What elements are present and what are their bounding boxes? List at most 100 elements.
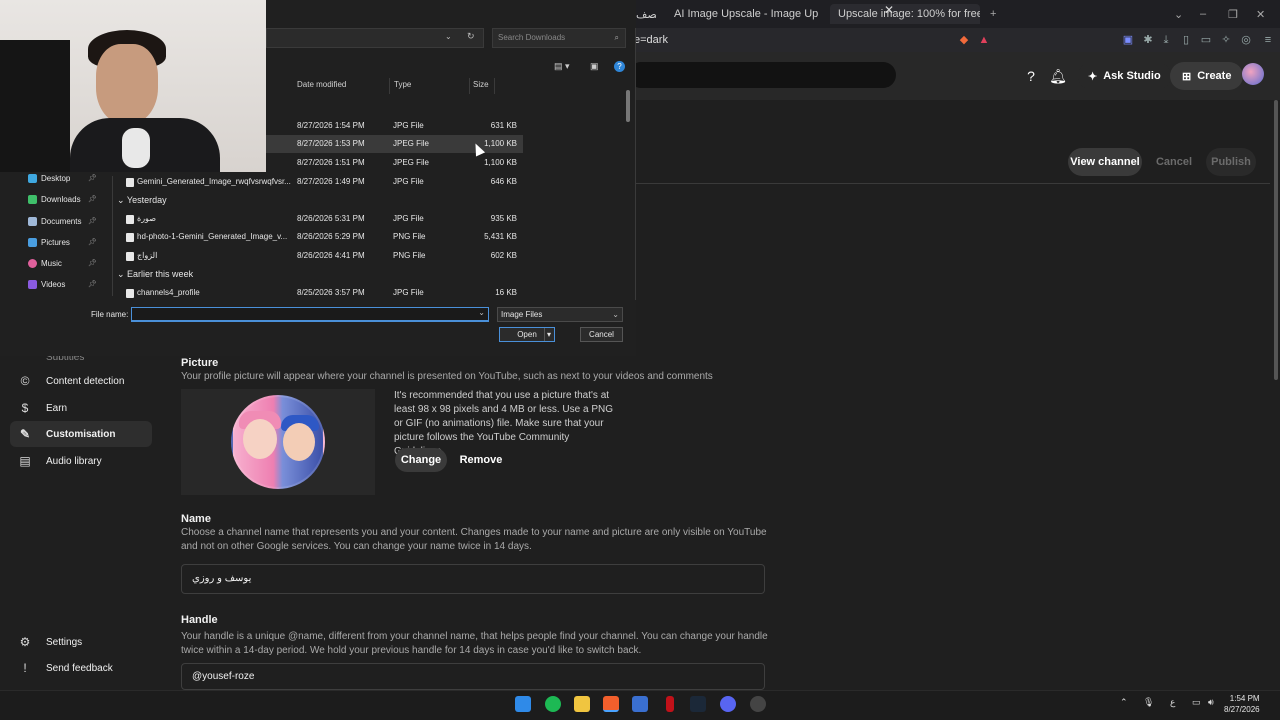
profile-picture-preview: [181, 389, 375, 495]
profile-picture-image: [231, 395, 325, 489]
netflix-icon[interactable]: [666, 696, 674, 712]
microphone-icon[interactable]: 🎙︎: [1143, 697, 1154, 708]
sidebar-item-send-feedback[interactable]: ! Send feedback: [10, 655, 152, 681]
file-date: 8/27/2026 1:54 PM: [297, 121, 365, 130]
view-options-icon[interactable]: ▤ ▾: [554, 61, 570, 72]
brave-browser-icon[interactable]: [603, 696, 619, 712]
nav-item-music[interactable]: Music 📌︎: [28, 255, 100, 271]
create-button[interactable]: ⊞ Create: [1170, 62, 1244, 90]
group-earlier-this-week[interactable]: ⌄ Earlier this week: [117, 269, 193, 280]
tab-ai-image-upscale[interactable]: AI Image Upscale - Image Upscaler: [668, 4, 818, 24]
nav-item-documents[interactable]: Documents 📌︎: [28, 213, 100, 229]
refresh-icon[interactable]: ↻: [467, 31, 475, 42]
new-tab-button[interactable]: +: [990, 4, 1004, 24]
remove-picture-button[interactable]: Remove: [455, 448, 507, 472]
tab-partial[interactable]: تصف: [636, 4, 656, 24]
chevron-down-icon[interactable]: ⌄: [478, 308, 485, 317]
sidebar-item-customisation[interactable]: ✎ Customisation: [10, 421, 152, 447]
cancel-changes-button[interactable]: Cancel: [1150, 148, 1198, 176]
preview-pane-icon[interactable]: ▣: [590, 61, 599, 72]
file-name-input[interactable]: ⌄: [131, 307, 489, 322]
tab-list-icon[interactable]: ⌄: [1174, 4, 1186, 24]
help-icon[interactable]: ?: [1021, 66, 1041, 86]
search-placeholder: Search Downloads: [498, 33, 566, 42]
windows-start-icon[interactable]: [515, 696, 531, 712]
ms-store-icon[interactable]: [632, 696, 648, 712]
column-type[interactable]: Type: [394, 80, 411, 89]
brave-rewards-icon[interactable]: ▲: [978, 34, 990, 46]
network-icon[interactable]: ▭: [1192, 697, 1201, 708]
dialog-search-input[interactable]: Search Downloads ⌕: [492, 28, 626, 48]
help-icon[interactable]: ?: [614, 61, 625, 72]
tab-upscale-image[interactable]: Upscale image: 100% for free with AI: [830, 4, 980, 24]
dialog-cancel-button[interactable]: Cancel: [580, 327, 623, 342]
open-button[interactable]: Open ▾: [499, 327, 555, 342]
ask-studio-button[interactable]: ✦ Ask Studio: [1078, 62, 1171, 90]
file-row[interactable]: Gemini_Generated_Image_rwqfvsrwqfvsr... …: [113, 173, 523, 191]
file-size: 631 KB: [490, 121, 517, 130]
window-close-icon[interactable]: ✕: [1256, 4, 1268, 24]
tab-label: Upscale image: 100% for free with AI: [838, 8, 980, 20]
column-size[interactable]: Size: [473, 80, 489, 89]
language-indicator[interactable]: ع: [1170, 697, 1175, 708]
file-explorer-icon[interactable]: [574, 696, 590, 712]
studio-search-input[interactable]: [628, 62, 896, 88]
nav-item-videos[interactable]: Videos 📌︎: [28, 276, 100, 292]
change-label: Change: [400, 454, 442, 466]
extension-icon[interactable]: ▣: [1122, 34, 1134, 46]
handle-input[interactable]: @yousef-roze: [181, 663, 765, 690]
channel-name-input[interactable]: يوسف و روزي: [181, 564, 765, 594]
steam-icon[interactable]: [690, 696, 706, 712]
nav-item-downloads[interactable]: Downloads 📌︎: [28, 191, 100, 207]
obs-icon[interactable]: [750, 696, 766, 712]
sidebar-item-content-detection[interactable]: © Content detection: [10, 368, 152, 394]
nav-item-pictures[interactable]: Pictures 📌︎: [28, 234, 100, 250]
change-picture-button[interactable]: Change: [395, 448, 447, 472]
tray-overflow-icon[interactable]: ⌃: [1120, 697, 1128, 708]
maximize-icon[interactable]: ❐: [1228, 4, 1240, 24]
file-name: Gemini_Generated_Image_rwqfvsrwqfvsr...: [137, 177, 291, 186]
volume-icon[interactable]: 🔊︎: [1208, 697, 1214, 708]
file-size: 646 KB: [490, 177, 517, 186]
brave-shield-icon[interactable]: ◆: [958, 34, 970, 46]
page-scrollbar[interactable]: [1274, 100, 1278, 380]
discord-icon[interactable]: [720, 696, 736, 712]
notifications-icon[interactable]: 🔔︎: [1048, 66, 1068, 86]
file-row[interactable]: hd-photo-1-Gemini_Generated_Image_v... 8…: [113, 228, 523, 246]
minimize-icon[interactable]: –: [1200, 4, 1212, 24]
sidebar-item-audio-library[interactable]: ▤ Audio library: [10, 448, 152, 474]
dialog-address-field[interactable]: ⌄ ↻: [266, 28, 484, 48]
file-list-scrollbar[interactable]: [626, 90, 630, 122]
file-row[interactable]: الزواج 8/26/2026 4:41 PM PNG File 602 KB: [113, 247, 523, 265]
nav-item-desktop[interactable]: Desktop 📌︎: [28, 170, 100, 186]
file-type-value: Image Files: [501, 310, 543, 319]
download-icon[interactable]: ⤓: [1160, 34, 1172, 46]
publish-button[interactable]: Publish: [1206, 148, 1256, 176]
file-row[interactable]: صورة 8/26/2026 5:31 PM JPG File 935 KB: [113, 210, 523, 228]
sidebar-item-settings[interactable]: ⚙ Settings: [10, 629, 152, 655]
sidebar-icon[interactable]: ▯: [1180, 34, 1192, 46]
sidebar-item-label: Send feedback: [46, 662, 113, 674]
group-yesterday[interactable]: ⌄ Yesterday: [117, 195, 167, 206]
column-date-modified[interactable]: Date modified: [297, 80, 346, 89]
account-avatar[interactable]: [1242, 63, 1264, 85]
spotify-icon[interactable]: [545, 696, 561, 712]
dialog-close-icon[interactable]: ✕: [884, 3, 894, 17]
menu-icon[interactable]: ≡: [1262, 34, 1274, 46]
art-face-left: [243, 419, 277, 459]
chevron-down-icon[interactable]: ⌄: [445, 32, 452, 41]
wallet-icon[interactable]: ▭: [1200, 34, 1212, 46]
taskbar-clock[interactable]: 1:54 PM 8/27/2026: [1224, 693, 1260, 715]
url-field[interactable]: e=dark: [628, 31, 948, 49]
file-type-select[interactable]: Image Files ⌄: [497, 307, 623, 322]
view-channel-button[interactable]: View channel: [1068, 148, 1142, 176]
file-date: 8/27/2026 1:49 PM: [297, 177, 365, 186]
file-name: الزواج: [137, 251, 158, 260]
pin-icon: 📌︎: [88, 196, 97, 203]
puzzle-icon[interactable]: ✱: [1142, 34, 1154, 46]
leo-ai-icon[interactable]: ✧: [1220, 34, 1232, 46]
vpn-icon[interactable]: ◎: [1240, 34, 1252, 46]
cancel-label: Cancel: [589, 330, 614, 339]
open-split-arrow-icon[interactable]: ▾: [544, 328, 553, 341]
sidebar-item-earn[interactable]: $ Earn: [10, 395, 152, 421]
